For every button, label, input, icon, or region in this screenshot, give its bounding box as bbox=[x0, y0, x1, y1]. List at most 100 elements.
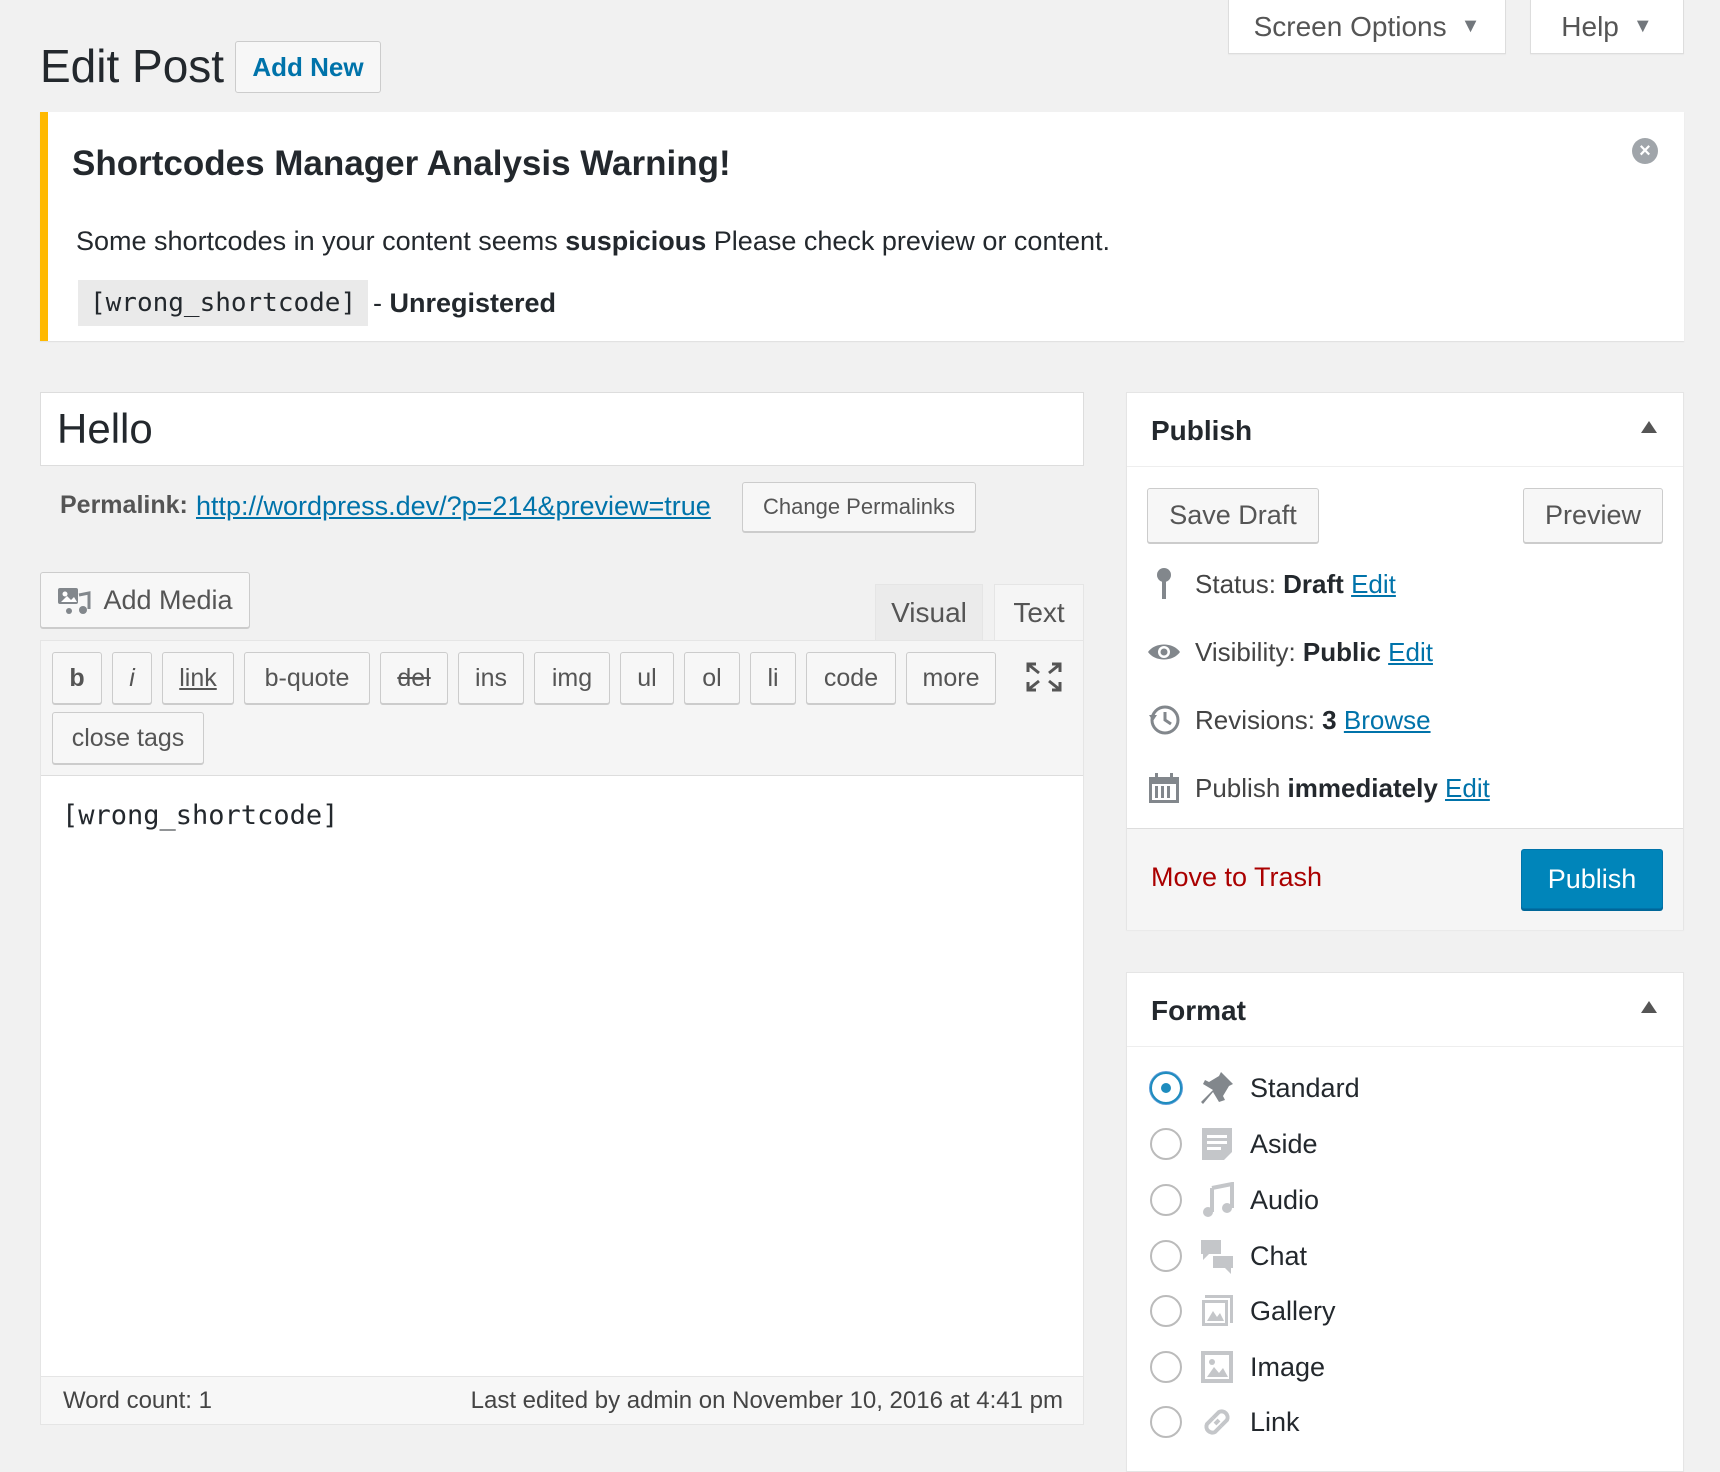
visibility-text: Visibility: Public Edit bbox=[1195, 637, 1433, 668]
publish-box-header[interactable]: Publish bbox=[1127, 393, 1683, 467]
aside-icon bbox=[1198, 1125, 1236, 1163]
status-prefix: - bbox=[373, 288, 390, 318]
history-icon bbox=[1147, 703, 1181, 737]
revisions-text: Revisions: 3 Browse bbox=[1195, 705, 1431, 736]
format-radio-audio[interactable] bbox=[1150, 1184, 1182, 1216]
caret-down-icon: ▼ bbox=[1460, 15, 1481, 37]
audio-icon bbox=[1198, 1181, 1236, 1219]
help-tab[interactable]: Help ▼ bbox=[1530, 0, 1684, 54]
format-label-link: Link bbox=[1250, 1406, 1300, 1437]
schedule-label: Publish bbox=[1195, 772, 1288, 803]
save-draft-button[interactable]: Save Draft bbox=[1147, 488, 1319, 543]
format-option-image[interactable]: Image bbox=[1150, 1347, 1325, 1387]
notice-text-before: Some shortcodes in your content seems bbox=[76, 226, 566, 256]
qt-li-button[interactable]: li bbox=[750, 652, 796, 704]
pin-icon bbox=[1147, 567, 1181, 601]
dismiss-icon[interactable]: × bbox=[1632, 138, 1658, 164]
format-radio-aside[interactable] bbox=[1150, 1128, 1182, 1160]
format-option-aside[interactable]: Aside bbox=[1150, 1124, 1318, 1164]
status-edit-link[interactable]: Edit bbox=[1351, 569, 1396, 599]
qt-ol-button[interactable]: ol bbox=[684, 652, 740, 704]
collapse-toggle-icon[interactable] bbox=[1641, 1001, 1657, 1013]
notice-text-bold: suspicious bbox=[565, 226, 707, 256]
format-option-link[interactable]: Link bbox=[1150, 1402, 1300, 1442]
revisions-browse-link[interactable]: Browse bbox=[1344, 705, 1431, 735]
format-option-standard[interactable]: Standard bbox=[1150, 1068, 1360, 1108]
format-label-gallery: Gallery bbox=[1250, 1295, 1336, 1326]
pin-icon bbox=[1198, 1069, 1236, 1107]
editor-content[interactable]: [wrong_shortcode] bbox=[62, 800, 338, 831]
format-radio-link[interactable] bbox=[1150, 1406, 1182, 1438]
format-option-chat[interactable]: Chat bbox=[1150, 1236, 1307, 1276]
visibility-value: Public bbox=[1302, 636, 1381, 667]
publish-box-title: Publish bbox=[1151, 415, 1253, 446]
add-media-button[interactable]: Add Media bbox=[40, 572, 250, 628]
qt-link-button[interactable]: link bbox=[162, 652, 234, 704]
format-radio-chat[interactable] bbox=[1150, 1240, 1182, 1272]
permalink-link[interactable]: http://wordpress.dev/?p=214&preview=true bbox=[196, 491, 711, 522]
revisions-label: Revisions: bbox=[1195, 704, 1323, 735]
screen-options-tab[interactable]: Screen Options ▼ bbox=[1228, 0, 1506, 54]
schedule-edit-link[interactable]: Edit bbox=[1445, 773, 1490, 803]
revisions-value: 3 bbox=[1322, 704, 1337, 735]
notice-message: Some shortcodes in your content seems su… bbox=[76, 226, 1110, 257]
tab-text[interactable]: Text bbox=[994, 584, 1084, 640]
qt-more-button[interactable]: more bbox=[906, 652, 996, 704]
format-radio-image[interactable] bbox=[1150, 1351, 1182, 1383]
visibility-row: Visibility: Public Edit bbox=[1147, 632, 1433, 672]
format-box-header[interactable]: Format bbox=[1127, 973, 1683, 1047]
format-label-standard: Standard bbox=[1250, 1072, 1360, 1103]
schedule-value: immediately bbox=[1287, 772, 1438, 803]
editor-status-bar: Word count: 1 Last edited by admin on No… bbox=[41, 1376, 1083, 1424]
status-unregistered: Unregistered bbox=[389, 288, 557, 318]
qt-img-button[interactable]: img bbox=[534, 652, 610, 704]
tab-visual[interactable]: Visual bbox=[875, 584, 983, 640]
move-to-trash-link[interactable]: Move to Trash bbox=[1151, 862, 1322, 893]
qt-del-button[interactable]: del bbox=[380, 652, 448, 704]
status-label: Status: bbox=[1195, 568, 1284, 599]
notice-text-after: Please check preview or content. bbox=[706, 226, 1111, 256]
caret-down-icon: ▼ bbox=[1632, 15, 1653, 37]
qt-bold-button[interactable]: b bbox=[52, 652, 102, 704]
add-media-label: Add Media bbox=[103, 584, 233, 615]
status-text: Status: Draft Edit bbox=[1195, 569, 1396, 600]
status-value: Draft bbox=[1283, 568, 1344, 599]
qt-ul-button[interactable]: ul bbox=[620, 652, 674, 704]
qt-close-tags-button[interactable]: close tags bbox=[52, 712, 204, 764]
permalink-label: Permalink: bbox=[60, 491, 188, 519]
format-box-title: Format bbox=[1151, 995, 1246, 1026]
format-radio-gallery[interactable] bbox=[1150, 1295, 1182, 1327]
format-label-image: Image bbox=[1250, 1351, 1326, 1382]
link-icon bbox=[1198, 1403, 1236, 1441]
qt-italic-button[interactable]: i bbox=[112, 652, 152, 704]
post-title-input[interactable]: Hello bbox=[40, 392, 1084, 466]
visibility-label: Visibility: bbox=[1195, 636, 1303, 667]
format-option-audio[interactable]: Audio bbox=[1150, 1180, 1319, 1220]
schedule-row: Publish immediately Edit bbox=[1147, 768, 1490, 808]
fullscreen-icon[interactable] bbox=[1024, 660, 1064, 694]
qt-ins-button[interactable]: ins bbox=[458, 652, 524, 704]
gallery-icon bbox=[1198, 1292, 1236, 1330]
format-label-audio: Audio bbox=[1250, 1184, 1320, 1215]
add-new-button[interactable]: Add New bbox=[235, 41, 381, 93]
word-count: Word count: 1 bbox=[63, 1387, 212, 1414]
format-option-gallery[interactable]: Gallery bbox=[1150, 1291, 1336, 1331]
format-label-aside: Aside bbox=[1250, 1128, 1318, 1159]
revisions-row: Revisions: 3 Browse bbox=[1147, 700, 1431, 740]
status-row: Status: Draft Edit bbox=[1147, 564, 1396, 604]
preview-button[interactable]: Preview bbox=[1523, 488, 1663, 543]
visibility-edit-link[interactable]: Edit bbox=[1388, 637, 1433, 667]
qt-bquote-button[interactable]: b-quote bbox=[244, 652, 370, 704]
publish-button[interactable]: Publish bbox=[1521, 849, 1663, 909]
collapse-toggle-icon[interactable] bbox=[1641, 421, 1657, 433]
format-label-chat: Chat bbox=[1250, 1240, 1308, 1271]
change-permalinks-button[interactable]: Change Permalinks bbox=[742, 482, 976, 532]
last-edited: Last edited by admin on November 10, 201… bbox=[470, 1387, 1063, 1414]
media-icon bbox=[57, 585, 91, 615]
help-label: Help bbox=[1561, 10, 1619, 42]
qt-code-button[interactable]: code bbox=[806, 652, 896, 704]
format-radio-standard[interactable] bbox=[1150, 1072, 1182, 1104]
screen-options-label: Screen Options bbox=[1253, 10, 1447, 42]
image-icon bbox=[1198, 1348, 1236, 1386]
format-box: Format bbox=[1126, 972, 1684, 1472]
